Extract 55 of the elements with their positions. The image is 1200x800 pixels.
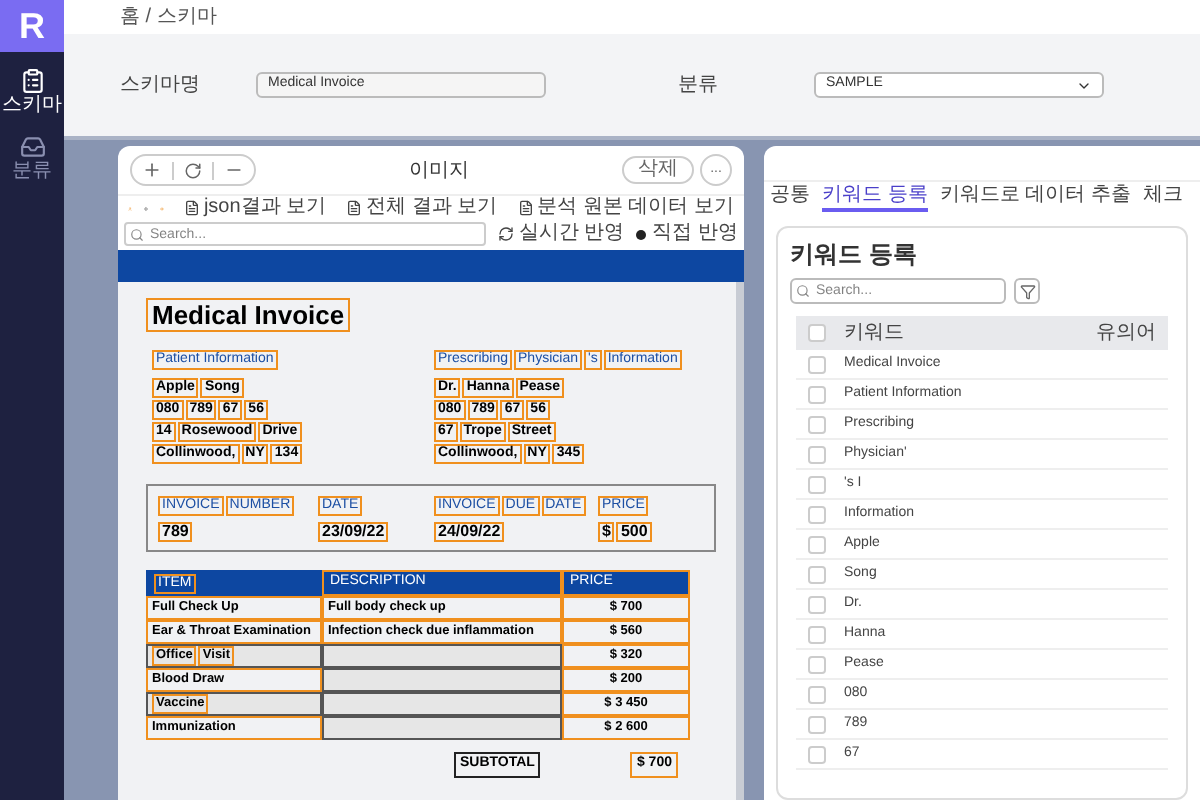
breadcrumb: 홈 / 스키마: [120, 4, 217, 32]
checkbox[interactable]: [808, 565, 826, 583]
view-link[interactable]: 전체 결과 보기: [346, 196, 498, 220]
checkbox[interactable]: [808, 715, 826, 733]
tab[interactable]: 공통: [770, 184, 810, 212]
rotate-icon: [184, 161, 202, 179]
checkbox[interactable]: [808, 505, 826, 523]
sidebar-item[interactable]: 분류: [12, 134, 52, 184]
bullet-icon: [636, 229, 647, 239]
panel-title: 이미지: [407, 157, 471, 185]
refresh-icon: [498, 226, 515, 242]
tab[interactable]: 키워드로 데이터 추출: [939, 184, 1131, 212]
card-title: 키워드 등록: [790, 238, 919, 270]
tab[interactable]: 키워드 등록: [822, 184, 928, 212]
column-header: 유의어: [1096, 321, 1156, 345]
filter-button[interactable]: [1014, 278, 1040, 304]
sidebar-item[interactable]: 스키마: [2, 68, 62, 118]
checkbox[interactable]: [808, 685, 826, 703]
tab[interactable]: 체크: [1142, 184, 1183, 212]
search-icon: [130, 227, 144, 241]
plus-icon: [142, 160, 162, 180]
field-label: 스키마명: [120, 72, 202, 100]
manual-apply-button[interactable]: 직접 반영: [636, 222, 738, 246]
checkbox[interactable]: [808, 535, 826, 553]
checkbox[interactable]: [808, 415, 826, 433]
checkbox[interactable]: [808, 655, 826, 673]
document-icon: [517, 200, 534, 216]
checkbox[interactable]: [808, 355, 826, 373]
view-link[interactable]: 분석 원본 데이터 보기: [517, 196, 734, 220]
detected-word: $: [598, 521, 615, 541]
field-label: 분류: [678, 72, 720, 100]
checkbox[interactable]: [808, 385, 826, 403]
checkbox[interactable]: [808, 745, 826, 763]
app-logo[interactable]: R: [0, 0, 64, 52]
checkbox[interactable]: [808, 445, 826, 463]
rotate-button[interactable]: [172, 161, 214, 179]
detected-word: Medical Invoice: [146, 298, 351, 332]
detected-word: 24/09/22: [434, 521, 505, 541]
document-icon: [183, 200, 200, 216]
clipboard-icon: [19, 68, 45, 94]
column-header: 키워드: [844, 321, 906, 345]
detected-word: 500: [616, 521, 652, 541]
checkbox[interactable]: [808, 324, 826, 342]
detected-word: 23/09/22: [318, 521, 389, 541]
document-icon: [346, 200, 363, 216]
realtime-apply-button[interactable]: 실시간 반영: [498, 222, 625, 246]
scrollbar[interactable]: [736, 282, 744, 800]
tray-icon: [19, 134, 45, 160]
search-icon: [796, 284, 810, 298]
view-link[interactable]: json결과 보기: [183, 196, 327, 220]
delete-button[interactable]: 삭제: [622, 156, 694, 184]
detected-word: 789: [158, 521, 193, 541]
checkbox[interactable]: [808, 475, 826, 493]
checkbox[interactable]: [808, 595, 826, 613]
checkbox[interactable]: [808, 625, 826, 643]
